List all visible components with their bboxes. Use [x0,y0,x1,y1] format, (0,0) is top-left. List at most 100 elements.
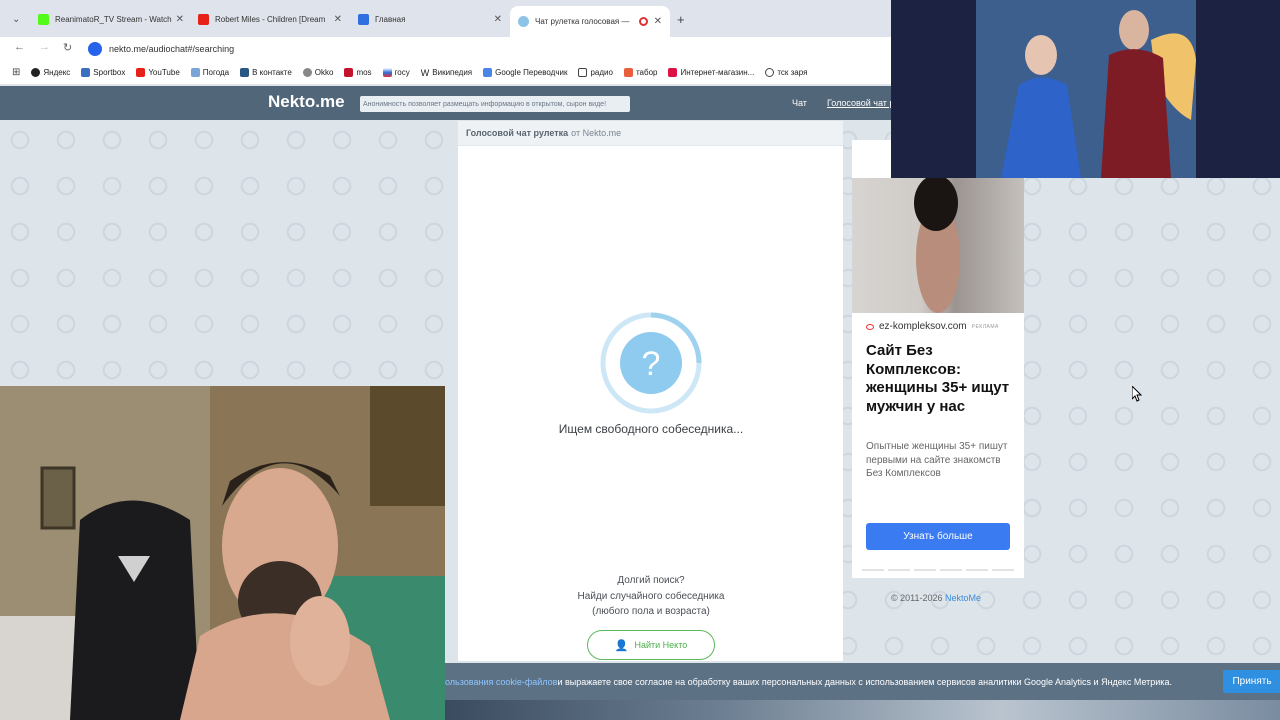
bookmark-item[interactable]: госу [382,68,410,77]
footer-copyright: © 2011-2026 NektoMe [891,593,981,603]
nekto-icon [518,16,529,27]
ad-description: Опытные женщины 35+ пишут первыми на сай… [866,441,1008,479]
ad-carousel-indicator [862,569,1014,571]
cookie-accept-button[interactable]: Принять [1223,670,1280,693]
bookmark-label: Google Переводчик [495,68,568,77]
stream-video-overlay [891,0,1280,178]
cookie-text: и выражаете свое согласие на обработку в… [557,676,1172,687]
link-icon [866,323,874,330]
weather-icon [190,68,200,77]
tab-list-chevron-icon[interactable]: ⌄ [12,8,20,30]
webcam-overlay [0,386,445,720]
app-icon [358,13,369,25]
bookmark-item[interactable]: табор [623,68,658,77]
bookmark-label: Википедия [432,68,473,77]
find-nekto-label: Найти Некто [634,640,688,650]
youtube-icon [198,13,209,25]
youtube-icon [136,68,146,77]
bookmark-label: YouTube [148,68,180,77]
kick-icon [38,13,49,25]
bookmark-item[interactable]: Google Переводчик [483,68,567,77]
back-icon[interactable]: ← [14,41,25,53]
bookmark-item[interactable]: W Википедия [421,68,472,78]
ad-domain-text: ez-kompleksov.com [879,321,967,332]
browser-tab[interactable]: Главная ✕ [358,8,502,30]
cookie-policy-link[interactable]: ользования cookie-файлов [445,677,557,687]
bookmark-item[interactable]: mos [344,68,372,77]
footer-link[interactable]: NektoMe [945,593,981,603]
globe-icon [765,68,775,77]
mouse-cursor-icon [1131,384,1143,407]
browser-tab[interactable]: ReanimatoR_TV Stream - Watch ✕ [38,8,184,30]
bookmark-icon [81,68,91,77]
nav-voice-chat-link[interactable]: Голосовой чат р [827,98,894,108]
bookmark-label: mos [356,68,372,77]
bookmark-label: Sportbox [93,68,126,77]
wikipedia-icon: W [420,67,430,78]
close-icon[interactable]: ✕ [176,14,184,25]
bookmark-item[interactable]: Okko [302,68,334,77]
close-icon[interactable]: ✕ [654,16,662,27]
tab-title: Главная [375,14,406,24]
copyright-text: © 2011-2026 [891,593,946,603]
close-icon[interactable]: ✕ [494,14,502,25]
translate-icon [483,68,493,77]
shop-icon [668,68,678,77]
forward-icon[interactable]: → [39,41,50,53]
bookmark-item[interactable]: Погода [190,68,230,77]
bookmark-label: В контакте [252,68,292,77]
browser-tab[interactable]: Robert Miles - Children [Dream ✕ [198,8,342,30]
mos-icon [344,68,354,77]
bookmark-item[interactable]: YouTube [136,68,180,77]
panel-title: Голосовой чат рулетка [466,128,569,138]
bookmark-item[interactable]: В контакте [240,68,292,77]
bookmark-label: табор [635,68,658,77]
bookmark-label: радио [590,68,613,77]
question-mark: ? [642,345,661,383]
panel-header: Голосовой чат рулетка от Nekto.me [458,121,843,146]
bookmark-label: Интернет-магазин... [680,68,755,77]
reload-icon[interactable]: ↻ [63,41,72,54]
bookmark-label: Okko [314,68,334,77]
browser-tab-active[interactable]: Чат рулетка голосовая — ✕ [510,6,670,37]
new-tab-button[interactable]: + [677,8,685,30]
okko-icon [302,68,312,77]
long-search-hint: Найди случайного собеседника [577,591,725,602]
searching-question-icon: ? [600,312,702,414]
ad-domain[interactable]: ez-kompleksov.com РЕКЛАМА [866,321,999,332]
panel-subtitle: от Nekto.me [571,128,622,138]
bookmark-item[interactable]: Sportbox [81,68,125,77]
long-search-title: Долгий поиск? [617,575,685,586]
ad-title[interactable]: Сайт Без Комплексов: женщины 35+ ищут му… [866,342,1016,416]
bookmark-label: госу [394,68,410,77]
tab-title: Robert Miles - Children [Dream [215,14,326,24]
header-notice: Анонимность позволяет размещать информац… [360,96,630,112]
bookmark-icon [31,68,41,77]
vk-icon [240,68,250,77]
bookmark-item[interactable]: радио [578,68,613,77]
ad-learn-more-button[interactable]: Узнать больше [866,523,1010,550]
long-search-hint-note: (любого пола и возраста) [592,606,710,617]
nav-chat-link[interactable]: Чат [792,98,807,108]
bookmark-item[interactable]: Яндекс [31,68,70,77]
desktop-background-strip [445,700,1280,720]
tab-title: ReanimatoR_TV Stream - Watch [55,14,172,24]
url-field[interactable]: nekto.me/audiochat#/searching [88,40,888,58]
bookmark-item[interactable]: тск заря [765,68,807,77]
browser-tab-bar: ⌄ ReanimatoR_TV Stream - Watch ✕ Robert … [0,0,892,37]
microphone-icon [88,42,102,56]
url-text: nekto.me/audiochat#/searching [109,44,235,54]
bookmark-label: Яндекс [43,68,71,77]
bookmarks-bar: ⊞ Яндекс Sportbox YouTube Погода В конта… [0,61,892,85]
searching-status: Ищем свободного собеседника... [558,422,744,436]
site-logo[interactable]: Nekto.me [268,92,345,112]
cookie-banner: ользования cookie-файлов и выражаете сво… [445,663,1280,700]
find-nekto-button[interactable]: 👤 Найти Некто [587,630,715,660]
close-icon[interactable]: ✕ [334,14,342,25]
apps-grid-icon[interactable]: ⊞ [12,67,20,78]
bookmark-label: Погода [202,68,230,77]
tab-title: Чат рулетка голосовая — [535,17,630,26]
bookmark-icon [623,68,633,77]
bookmark-item[interactable]: Интернет-магазин... [668,68,754,77]
ad-image[interactable] [852,178,1024,313]
